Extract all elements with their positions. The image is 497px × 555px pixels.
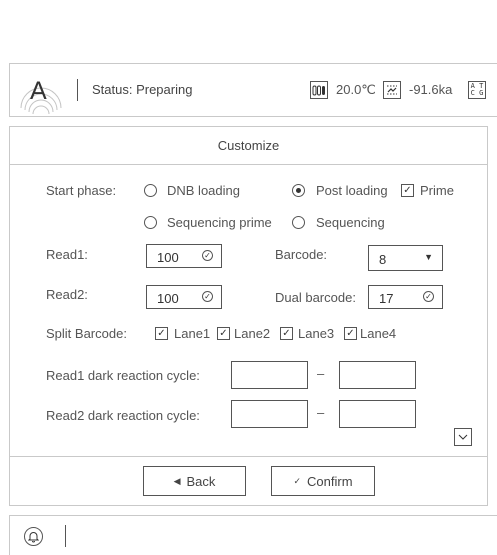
radio-sequencing[interactable] xyxy=(292,216,305,229)
check-circle-icon: ✓ xyxy=(423,291,434,302)
dual-barcode-field[interactable]: 17 ✓ xyxy=(368,285,443,309)
lane4-checkbox[interactable]: ✓ xyxy=(344,327,357,340)
lane3-checkbox[interactable]: ✓ xyxy=(280,327,293,340)
option-sequencing-prime-label: Sequencing prime xyxy=(167,215,272,230)
check-icon: ✓ xyxy=(403,184,412,196)
read1-dark-from-input[interactable] xyxy=(231,361,308,389)
lane3-label: Lane3 xyxy=(298,326,335,341)
lane1-checkbox[interactable]: ✓ xyxy=(155,327,168,340)
pressure-value: -91.6ka xyxy=(409,82,453,97)
range-dash: – xyxy=(317,405,325,420)
barcode-select[interactable]: 8 ▼ xyxy=(368,245,443,271)
dual-barcode-label: Dual barcode: xyxy=(275,290,356,305)
status-separator xyxy=(77,79,78,101)
confirm-button[interactable]: ✓ Confirm xyxy=(271,466,375,496)
customize-panel: Customize Start phase: DNB loading Post … xyxy=(9,126,488,506)
option-dnb-loading-label: DNB loading xyxy=(167,183,240,198)
prime-label: Prime xyxy=(420,183,454,198)
bottom-separator xyxy=(65,525,66,547)
check-icon: ✓ xyxy=(157,327,166,339)
thermometer-icon xyxy=(310,81,328,99)
read1-label: Read1: xyxy=(46,247,88,262)
check-icon: ✓ xyxy=(219,327,228,339)
check-icon: ✓ xyxy=(293,475,302,486)
scroll-down-button[interactable] xyxy=(454,428,472,446)
range-dash: – xyxy=(317,366,325,381)
read2-dark-from-input[interactable] xyxy=(231,400,308,428)
panel-footer: ◀ Back ✓ Confirm xyxy=(10,456,487,505)
triangle-left-icon: ◀ xyxy=(173,475,181,486)
read1-field[interactable]: 100 ✓ xyxy=(146,244,222,268)
panel-title: Customize xyxy=(10,127,487,165)
back-button[interactable]: ◀ Back xyxy=(143,466,246,496)
barcode-label: Barcode: xyxy=(275,247,328,262)
status-text: Status: Preparing xyxy=(92,82,193,97)
radio-post-loading[interactable] xyxy=(292,184,305,197)
read2-label: Read2: xyxy=(46,287,88,302)
radio-dnb-loading[interactable] xyxy=(144,184,157,197)
prime-checkbox[interactable]: ✓ xyxy=(401,184,414,197)
pressure-icon xyxy=(383,81,401,99)
option-sequencing-label: Sequencing xyxy=(316,215,385,230)
check-icon: ✓ xyxy=(346,327,355,339)
temperature-value: 20.0℃ xyxy=(336,82,376,97)
lane2-label: Lane2 xyxy=(234,326,271,341)
chevron-down-icon xyxy=(458,434,468,440)
status-bar: A Status: Preparing 20.0℃ -91.6ka A T C … xyxy=(9,63,497,117)
bottom-bar xyxy=(9,515,497,555)
svg-text:A: A xyxy=(30,77,47,105)
read1-dark-label: Read1 dark reaction cycle: xyxy=(46,368,200,383)
option-post-loading-label: Post loading xyxy=(316,183,388,198)
lane4-label: Lane4 xyxy=(360,326,397,341)
split-barcode-label: Split Barcode: xyxy=(46,326,127,341)
start-phase-label: Start phase: xyxy=(46,183,117,198)
lane1-label: Lane1 xyxy=(174,326,211,341)
check-circle-icon: ✓ xyxy=(202,291,213,302)
dna-bases-icon: A T C G xyxy=(468,81,486,99)
read2-field[interactable]: 100 ✓ xyxy=(146,285,222,309)
radio-sequencing-prime[interactable] xyxy=(144,216,157,229)
check-circle-icon: ✓ xyxy=(202,250,213,261)
bell-icon[interactable] xyxy=(24,527,43,546)
read1-value: 100 xyxy=(157,250,179,265)
top-blank-area xyxy=(0,0,497,63)
read2-value: 100 xyxy=(157,291,179,306)
barcode-value: 8 xyxy=(379,252,387,267)
check-icon: ✓ xyxy=(282,327,291,339)
logo-icon: A xyxy=(18,68,64,115)
dropdown-caret-icon: ▼ xyxy=(424,252,433,262)
read2-dark-to-input[interactable] xyxy=(339,400,416,428)
lane2-checkbox[interactable]: ✓ xyxy=(217,327,230,340)
dual-barcode-value: 17 xyxy=(379,291,394,306)
read2-dark-label: Read2 dark reaction cycle: xyxy=(46,408,200,423)
read1-dark-to-input[interactable] xyxy=(339,361,416,389)
